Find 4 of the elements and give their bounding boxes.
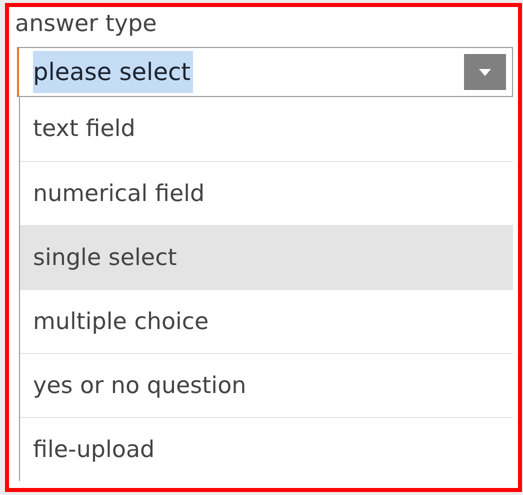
dropdown-caret-icon[interactable] — [464, 54, 506, 90]
field-label: answer type — [15, 10, 157, 39]
selected-value: please select — [33, 51, 193, 93]
dropdown-option[interactable]: single select — [20, 225, 513, 289]
